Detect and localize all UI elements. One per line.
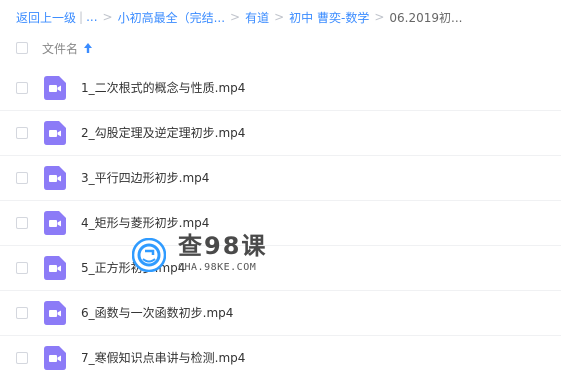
row-checkbox[interactable]	[16, 127, 28, 139]
breadcrumb-ellipsis[interactable]: ...	[86, 10, 97, 24]
filename-column-header[interactable]: 文件名	[42, 40, 93, 57]
breadcrumb: 返回上一级 | ... > 小初高最全（完结... > 有道 > 初中 曹奕-数…	[16, 8, 462, 26]
breadcrumb-separator: >	[102, 10, 113, 24]
breadcrumb-current: 06.2019初...	[389, 10, 463, 25]
video-file-icon[interactable]	[44, 211, 66, 235]
file-name-link[interactable]: 4_矩形与菱形初步.mp4	[81, 201, 209, 245]
file-name-link[interactable]: 1_二次根式的概念与性质.mp4	[81, 66, 245, 110]
select-all-checkbox[interactable]	[16, 42, 28, 54]
file-row[interactable]: 4_矩形与菱形初步.mp4	[0, 201, 561, 246]
row-checkbox[interactable]	[16, 352, 28, 364]
file-row[interactable]: 7_寒假知识点串讲与检测.mp4	[0, 336, 561, 376]
breadcrumb-item-2[interactable]: 有道	[245, 9, 269, 26]
row-checkbox[interactable]	[16, 217, 28, 229]
row-checkbox[interactable]	[16, 307, 28, 319]
breadcrumb-separator: >	[230, 10, 241, 24]
row-checkbox[interactable]	[16, 82, 28, 94]
filename-column-label: 文件名	[42, 41, 79, 56]
video-file-icon[interactable]	[44, 76, 66, 100]
file-row[interactable]: 1_二次根式的概念与性质.mp4	[0, 66, 561, 111]
breadcrumb-item-3[interactable]: 初中 曹奕-数学	[289, 9, 369, 26]
video-file-icon[interactable]	[44, 166, 66, 190]
breadcrumb-separator: >	[374, 10, 385, 24]
video-file-icon[interactable]	[44, 301, 66, 325]
file-name-link[interactable]: 7_寒假知识点串讲与检测.mp4	[81, 336, 245, 376]
breadcrumb-item-1[interactable]: 小初高最全（完结...	[118, 9, 225, 26]
video-file-icon[interactable]	[44, 256, 66, 280]
row-checkbox[interactable]	[16, 262, 28, 274]
arrow-up-icon[interactable]	[83, 42, 93, 54]
file-row[interactable]: 3_平行四边形初步.mp4	[0, 156, 561, 201]
file-list-header: 文件名	[0, 30, 561, 66]
back-link[interactable]: 返回上一级	[16, 9, 76, 26]
breadcrumb-divider: |	[79, 10, 84, 24]
file-row[interactable]: 5_正方形初步.mp4	[0, 246, 561, 291]
file-name-link[interactable]: 3_平行四边形初步.mp4	[81, 156, 209, 200]
file-name-link[interactable]: 6_函数与一次函数初步.mp4	[81, 291, 233, 335]
row-checkbox[interactable]	[16, 172, 28, 184]
video-file-icon[interactable]	[44, 121, 66, 145]
file-row[interactable]: 2_勾股定理及逆定理初步.mp4	[0, 111, 561, 156]
file-name-link[interactable]: 5_正方形初步.mp4	[81, 246, 185, 290]
breadcrumb-separator: >	[274, 10, 285, 24]
file-name-link[interactable]: 2_勾股定理及逆定理初步.mp4	[81, 111, 245, 155]
video-file-icon[interactable]	[44, 346, 66, 370]
file-row[interactable]: 6_函数与一次函数初步.mp4	[0, 291, 561, 336]
